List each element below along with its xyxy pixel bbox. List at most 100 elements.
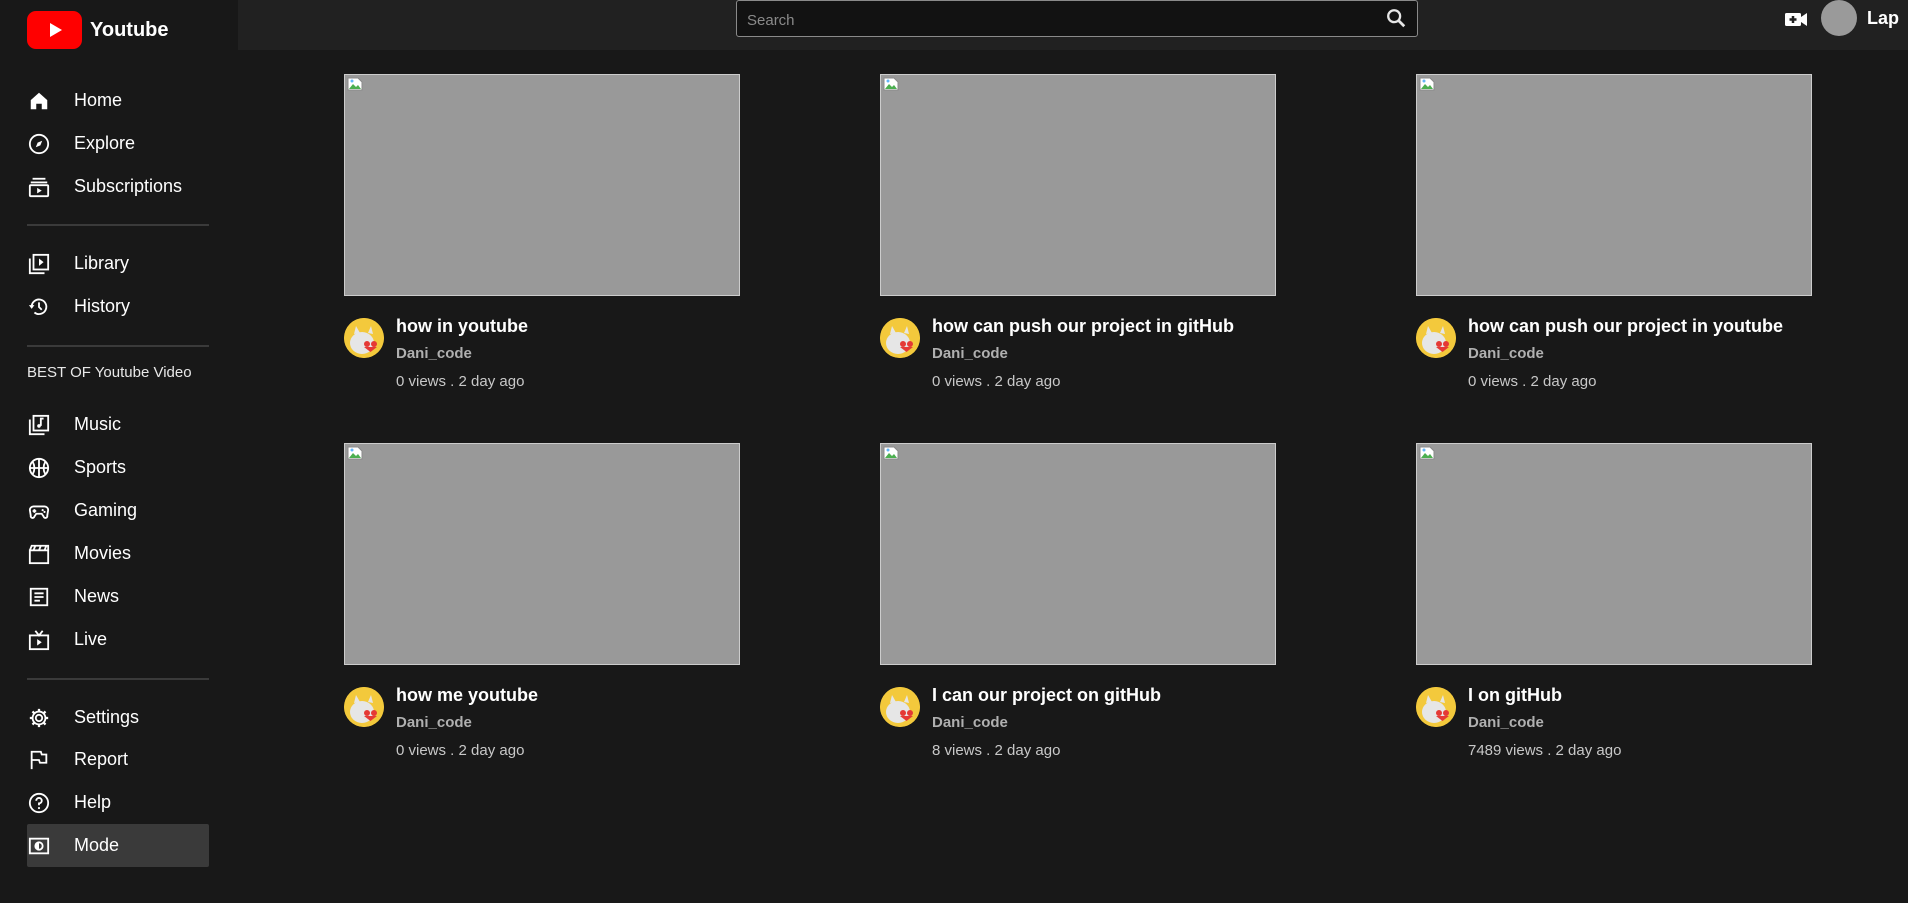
broken-image-icon bbox=[347, 446, 363, 460]
channel-name[interactable]: Dani_code bbox=[932, 714, 1008, 731]
broken-image-icon bbox=[1419, 77, 1435, 91]
video-meta: I can our project on gitHub Dani_code 8 … bbox=[880, 685, 1276, 767]
broken-image-icon bbox=[883, 77, 899, 91]
sidebar-item-label: Mode bbox=[74, 835, 120, 855]
sidebar-item-music[interactable]: Music bbox=[27, 403, 209, 446]
music-icon bbox=[27, 413, 51, 437]
sidebar-item-label: Home bbox=[74, 90, 123, 110]
search-icon[interactable] bbox=[1385, 7, 1409, 31]
sidebar-item-label: Gaming bbox=[74, 500, 138, 520]
video-stats: 0 views . 2 day ago bbox=[396, 373, 525, 390]
sidebar-item-report[interactable]: Report bbox=[27, 738, 209, 781]
sidebar-item-label: Explore bbox=[74, 133, 136, 153]
channel-avatar[interactable] bbox=[880, 687, 920, 727]
broken-image-icon bbox=[883, 446, 899, 460]
channel-avatar[interactable] bbox=[344, 318, 384, 358]
sidebar-item-help[interactable]: Help bbox=[27, 781, 209, 824]
sidebar-divider bbox=[27, 345, 209, 347]
video-meta: how can push our project in youtube Dani… bbox=[1416, 316, 1812, 398]
sidebar-item-label: Live bbox=[74, 629, 108, 649]
sidebar-item-movies[interactable]: Movies bbox=[27, 532, 209, 575]
sports-icon bbox=[27, 456, 51, 480]
sidebar-item-label: Library bbox=[74, 253, 130, 273]
video-thumbnail[interactable] bbox=[1416, 74, 1812, 296]
video-thumbnail[interactable] bbox=[1416, 443, 1812, 665]
sidebar-item-label: Movies bbox=[74, 543, 132, 563]
channel-name[interactable]: Dani_code bbox=[932, 345, 1008, 362]
sidebar-item-live[interactable]: Live bbox=[27, 618, 209, 661]
broken-image-icon bbox=[347, 77, 363, 91]
sidebar-divider bbox=[27, 678, 209, 680]
channel-avatar[interactable] bbox=[1416, 318, 1456, 358]
home-icon bbox=[27, 89, 51, 113]
search-input[interactable] bbox=[745, 7, 1349, 33]
subscriptions-icon bbox=[27, 175, 51, 199]
sidebar-item-label: Help bbox=[74, 792, 112, 812]
sidebar-item-gaming[interactable]: Gaming bbox=[27, 489, 209, 532]
movies-icon bbox=[27, 542, 51, 566]
compass-icon bbox=[27, 132, 51, 156]
user-name[interactable]: Lap bbox=[1867, 8, 1899, 29]
sidebar-divider bbox=[27, 224, 209, 226]
video-meta: how me youtube Dani_code 0 views . 2 day… bbox=[344, 685, 740, 767]
sidebar-item-news[interactable]: News bbox=[27, 575, 209, 618]
create-video-icon[interactable] bbox=[1784, 8, 1810, 30]
sidebar-item-label: Music bbox=[74, 414, 122, 434]
live-icon bbox=[27, 628, 51, 652]
video-card[interactable]: how me youtube Dani_code 0 views . 2 day… bbox=[344, 443, 740, 767]
play-logo-icon bbox=[27, 11, 82, 49]
gaming-icon bbox=[27, 499, 51, 523]
search-bar bbox=[736, 0, 1418, 37]
mode-icon bbox=[27, 834, 51, 858]
youtube-logo[interactable]: Youtube bbox=[27, 11, 169, 49]
flag-icon bbox=[27, 748, 51, 772]
sidebar-item-subscriptions[interactable]: Subscriptions bbox=[27, 165, 209, 208]
video-title[interactable]: how in youtube bbox=[396, 316, 528, 337]
video-thumbnail[interactable] bbox=[880, 443, 1276, 665]
video-stats: 7489 views . 2 day ago bbox=[1468, 742, 1622, 759]
video-thumbnail[interactable] bbox=[880, 74, 1276, 296]
channel-avatar[interactable] bbox=[1416, 687, 1456, 727]
video-card[interactable]: how in youtube Dani_code 0 views . 2 day… bbox=[344, 74, 740, 398]
channel-name[interactable]: Dani_code bbox=[1468, 714, 1544, 731]
video-card[interactable]: how can push our project in youtube Dani… bbox=[1416, 74, 1812, 398]
video-title[interactable]: I can our project on gitHub bbox=[932, 685, 1161, 706]
channel-name[interactable]: Dani_code bbox=[396, 714, 472, 731]
channel-avatar[interactable] bbox=[880, 318, 920, 358]
video-card[interactable]: how can push our project in gitHub Dani_… bbox=[880, 74, 1276, 398]
sidebar-item-home[interactable]: Home bbox=[27, 79, 209, 122]
video-stats: 8 views . 2 day ago bbox=[932, 742, 1061, 759]
video-stats: 0 views . 2 day ago bbox=[396, 742, 525, 759]
channel-name[interactable]: Dani_code bbox=[1468, 345, 1544, 362]
video-stats: 0 views . 2 day ago bbox=[1468, 373, 1597, 390]
video-thumbnail[interactable] bbox=[344, 74, 740, 296]
sidebar-item-history[interactable]: History bbox=[27, 285, 209, 328]
sidebar-item-library[interactable]: Library bbox=[27, 242, 209, 285]
channel-avatar[interactable] bbox=[344, 687, 384, 727]
user-avatar[interactable] bbox=[1821, 0, 1857, 36]
sidebar-item-mode[interactable]: Mode bbox=[27, 824, 209, 867]
sidebar-item-label: Subscriptions bbox=[74, 176, 183, 196]
sidebar-item-label: News bbox=[74, 586, 120, 606]
news-icon bbox=[27, 585, 51, 609]
library-icon bbox=[27, 252, 51, 276]
video-title[interactable]: how me youtube bbox=[396, 685, 538, 706]
gear-icon bbox=[27, 706, 51, 730]
video-card[interactable]: I on gitHub Dani_code 7489 views . 2 day… bbox=[1416, 443, 1812, 767]
sidebar-item-sports[interactable]: Sports bbox=[27, 446, 209, 489]
sidebar: Youtube Home Explore Subscriptions Libra… bbox=[0, 0, 238, 903]
video-meta: how in youtube Dani_code 0 views . 2 day… bbox=[344, 316, 740, 398]
sidebar-item-label: Report bbox=[74, 749, 129, 769]
sidebar-item-settings[interactable]: Settings bbox=[27, 696, 209, 739]
video-title[interactable]: I on gitHub bbox=[1468, 685, 1562, 706]
history-icon bbox=[27, 295, 51, 319]
sidebar-item-explore[interactable]: Explore bbox=[27, 122, 209, 165]
video-meta: I on gitHub Dani_code 7489 views . 2 day… bbox=[1416, 685, 1812, 767]
video-card[interactable]: I can our project on gitHub Dani_code 8 … bbox=[880, 443, 1276, 767]
sidebar-section-title: BEST OF Youtube Video bbox=[27, 364, 192, 381]
video-thumbnail[interactable] bbox=[344, 443, 740, 665]
brand-name: Youtube bbox=[90, 18, 169, 41]
video-title[interactable]: how can push our project in youtube bbox=[1468, 316, 1783, 337]
channel-name[interactable]: Dani_code bbox=[396, 345, 472, 362]
video-title[interactable]: how can push our project in gitHub bbox=[932, 316, 1234, 337]
